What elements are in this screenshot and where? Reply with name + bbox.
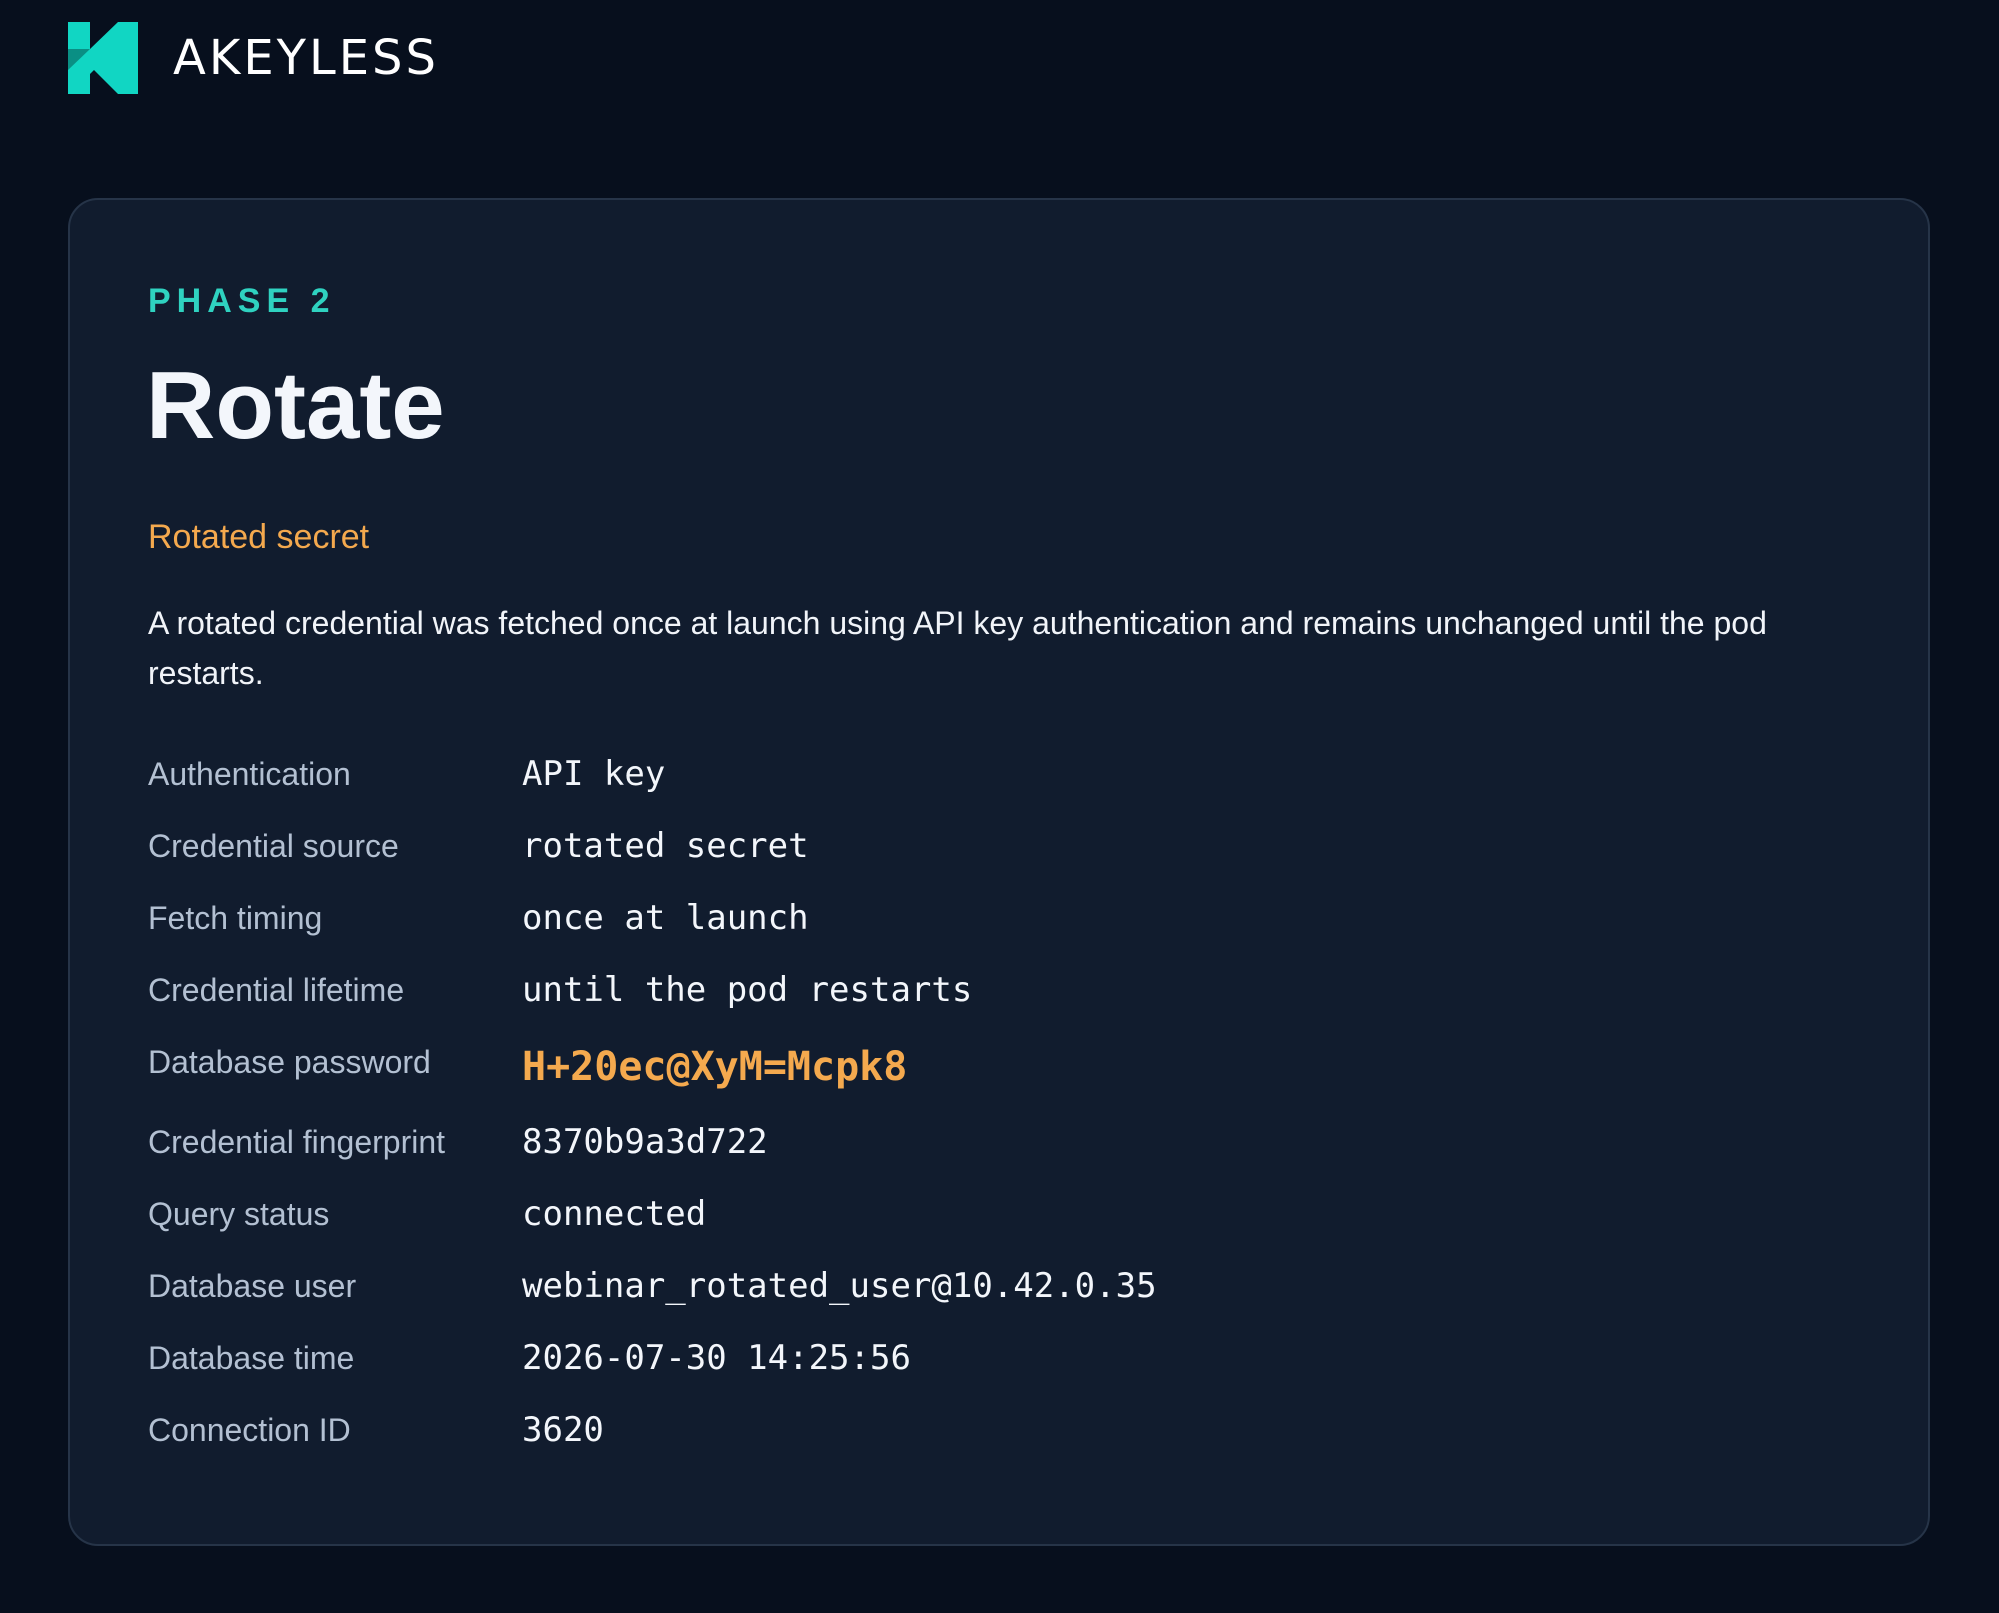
header: AKEYLESS xyxy=(68,22,439,94)
row-label: Authentication xyxy=(148,756,351,792)
row-label: Credential source xyxy=(148,828,399,864)
row-label: Database user xyxy=(148,1268,357,1304)
row-credential-fingerprint: Credential fingerprint 8370b9a3d722 xyxy=(148,1112,1848,1172)
row-connection-id: Connection ID 3620 xyxy=(148,1400,1848,1460)
row-label: Credential fingerprint xyxy=(148,1124,446,1160)
row-value: 3620 xyxy=(522,1410,604,1450)
brand-name: AKEYLESS xyxy=(173,30,439,86)
akeyless-logo-icon xyxy=(68,22,138,94)
row-credential-source: Credential source rotated secret xyxy=(148,816,1848,876)
database-password-value: H+20ec@XyM=Mcpk8 xyxy=(522,1044,908,1090)
row-label: Fetch timing xyxy=(148,900,323,936)
row-value: rotated secret xyxy=(522,826,809,866)
row-database-user: Database user webinar_rotated_user@10.42… xyxy=(148,1256,1848,1316)
row-label: Database password xyxy=(148,1044,431,1080)
details-list: Authentication API key Credential source… xyxy=(148,200,1848,1544)
row-credential-lifetime: Credential lifetime until the pod restar… xyxy=(148,960,1848,1020)
row-fetch-timing: Fetch timing once at launch xyxy=(148,888,1848,948)
row-value: 2026-07-30 14:25:56 xyxy=(522,1338,911,1378)
row-label: Credential lifetime xyxy=(148,972,405,1008)
row-authentication: Authentication API key xyxy=(148,744,1848,804)
row-query-status: Query status connected xyxy=(148,1184,1848,1244)
row-label: Connection ID xyxy=(148,1412,351,1448)
row-value: API key xyxy=(522,754,666,794)
row-value: connected xyxy=(522,1194,707,1234)
row-value: webinar_rotated_user@10.42.0.35 xyxy=(522,1266,1157,1306)
row-database-password: Database password H+20ec@XyM=Mcpk8 xyxy=(148,1032,1848,1092)
row-value: once at launch xyxy=(522,898,809,938)
row-value: 8370b9a3d722 xyxy=(522,1122,768,1162)
row-value: until the pod restarts xyxy=(522,970,973,1010)
row-label: Database time xyxy=(148,1340,355,1376)
row-label: Query status xyxy=(148,1196,330,1232)
phase-card: PHASE 2 Rotate Rotated secret A rotated … xyxy=(68,198,1930,1546)
row-database-time: Database time 2026-07-30 14:25:56 xyxy=(148,1328,1848,1388)
